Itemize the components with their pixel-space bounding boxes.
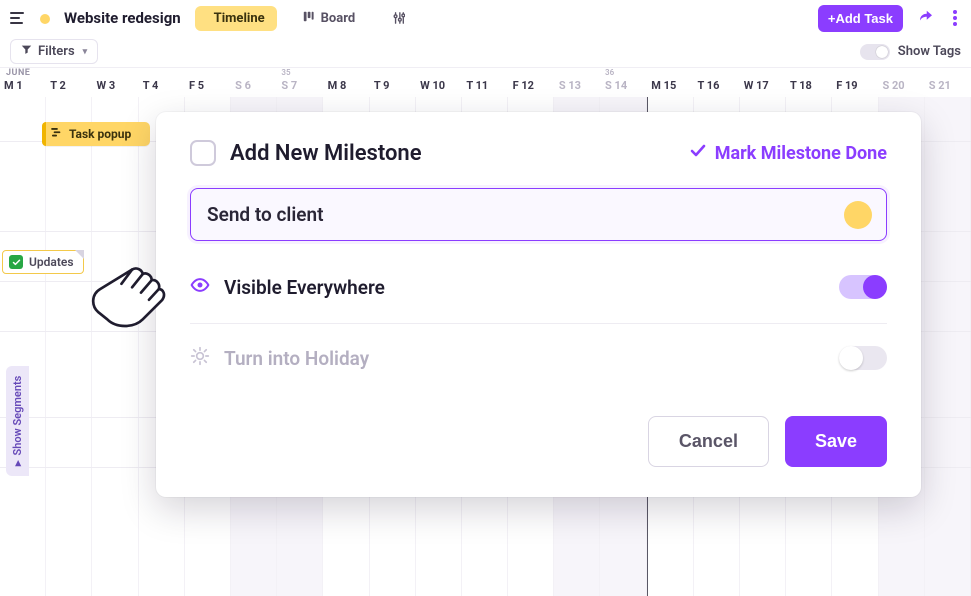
save-button[interactable]: Save	[785, 416, 887, 467]
task-chip-label: Task popup	[69, 127, 131, 141]
day-label: T 9	[370, 70, 416, 98]
menu-icon[interactable]	[10, 8, 24, 28]
tab-timeline[interactable]: Timeline	[195, 6, 277, 31]
day-label: S 21	[925, 70, 971, 98]
project-title: Website redesign	[64, 9, 181, 27]
week-number: 35	[281, 68, 290, 77]
grid-column	[46, 97, 92, 596]
day-label: F 12	[509, 70, 555, 98]
eye-icon	[190, 275, 210, 299]
milestone-color-dot[interactable]	[844, 201, 872, 229]
cancel-button[interactable]: Cancel	[648, 416, 769, 467]
day-header[interactable]: F 19	[832, 70, 878, 98]
milestone-modal: Add New Milestone Mark Milestone Done Se…	[156, 112, 921, 497]
day-label: S 13	[555, 70, 601, 98]
project-color-dot	[40, 14, 50, 24]
day-label: S 20	[878, 70, 924, 98]
day-label: F 5	[185, 70, 231, 98]
day-header[interactable]: T 9	[370, 70, 416, 98]
tab-board-label: Board	[321, 11, 356, 26]
toggle-switch-icon	[860, 44, 890, 60]
day-label: M 1	[0, 70, 46, 98]
day-header[interactable]: F 5	[185, 70, 231, 98]
day-header[interactable]: M 15	[647, 70, 693, 98]
show-segments-label: Show Segments	[11, 376, 24, 456]
funnel-icon	[21, 44, 32, 59]
more-menu-icon[interactable]	[949, 6, 961, 30]
day-header[interactable]: S 20	[878, 70, 924, 98]
view-options-button[interactable]	[381, 7, 417, 29]
day-label: M 8	[324, 70, 370, 98]
day-header[interactable]: T 16	[694, 70, 740, 98]
day-label: T 2	[46, 70, 92, 98]
show-tags-toggle[interactable]: Show Tags	[860, 44, 961, 60]
day-label: T 11	[462, 70, 508, 98]
sun-icon	[190, 346, 210, 370]
day-header[interactable]: T 18	[786, 70, 832, 98]
milestone-name-input[interactable]: Send to client	[190, 188, 887, 241]
turn-into-holiday-label: Turn into Holiday	[224, 347, 369, 370]
task-chip-popup[interactable]: Task popup	[42, 122, 150, 146]
gantt-icon	[51, 127, 63, 141]
add-task-button[interactable]: +Add Task	[818, 5, 903, 32]
day-label: T 16	[694, 70, 740, 98]
day-header[interactable]: T 4	[139, 70, 185, 98]
day-header[interactable]: S 735	[277, 70, 323, 98]
day-header[interactable]: S 13	[555, 70, 601, 98]
day-label: T 4	[139, 70, 185, 98]
mark-done-button[interactable]: Mark Milestone Done	[690, 143, 887, 164]
turn-into-holiday-toggle[interactable]	[839, 346, 887, 370]
tab-timeline-label: Timeline	[214, 11, 265, 26]
day-header[interactable]: T 2	[46, 70, 92, 98]
grid-column	[0, 97, 46, 596]
day-label: M 15	[647, 70, 693, 98]
modal-title: Add New Milestone	[230, 141, 422, 166]
day-label: F 19	[832, 70, 878, 98]
chevron-right-icon: ▸	[11, 460, 24, 466]
day-header[interactable]: S 6	[231, 70, 277, 98]
day-header[interactable]: T 11	[462, 70, 508, 98]
day-label: W 10	[416, 70, 462, 98]
day-header[interactable]: F 12	[509, 70, 555, 98]
day-header[interactable]: S 21	[925, 70, 971, 98]
visible-everywhere-label: Visible Everywhere	[224, 276, 385, 299]
show-segments-tab[interactable]: ▸ Show Segments	[6, 366, 29, 476]
chevron-down-icon: ▾	[83, 47, 88, 57]
tab-board[interactable]: Board	[291, 6, 368, 31]
day-header[interactable]: W 17	[740, 70, 786, 98]
day-header[interactable]: M 8	[324, 70, 370, 98]
show-tags-label: Show Tags	[898, 44, 961, 59]
task-chip-label: Updates	[29, 255, 74, 269]
day-label: T 18	[786, 70, 832, 98]
turn-into-holiday-row: Turn into Holiday	[190, 324, 887, 398]
checkmark-icon	[9, 255, 23, 269]
day-label: S 6	[231, 70, 277, 98]
day-label: W 3	[92, 70, 138, 98]
filters-label: Filters	[38, 44, 75, 59]
grid-column	[92, 97, 138, 596]
milestone-name-value: Send to client	[207, 203, 323, 226]
visible-everywhere-row: Visible Everywhere	[190, 271, 887, 324]
milestone-complete-checkbox[interactable]	[190, 140, 216, 166]
filters-button[interactable]: Filters ▾	[10, 39, 98, 64]
day-header[interactable]: M 1	[0, 70, 46, 98]
share-icon[interactable]	[917, 7, 935, 29]
day-label: W 17	[740, 70, 786, 98]
day-header[interactable]: W 10	[416, 70, 462, 98]
filter-bar: Filters ▾ Show Tags	[0, 36, 971, 68]
grid-column	[925, 97, 971, 596]
app-header: Website redesign Timeline Board +Add Tas…	[0, 0, 971, 36]
check-icon	[690, 143, 706, 164]
day-header[interactable]: S 1436	[601, 70, 647, 98]
mark-done-label: Mark Milestone Done	[715, 143, 887, 164]
week-number: 36	[605, 68, 614, 77]
board-icon	[303, 11, 314, 26]
task-chip-updates[interactable]: Updates	[2, 250, 84, 274]
visible-everywhere-toggle[interactable]	[839, 275, 887, 299]
timeline-header: JUNE M 1T 2W 3T 4F 5S 6S 735M 8T 9W 10T …	[0, 68, 971, 99]
day-header[interactable]: W 3	[92, 70, 138, 98]
